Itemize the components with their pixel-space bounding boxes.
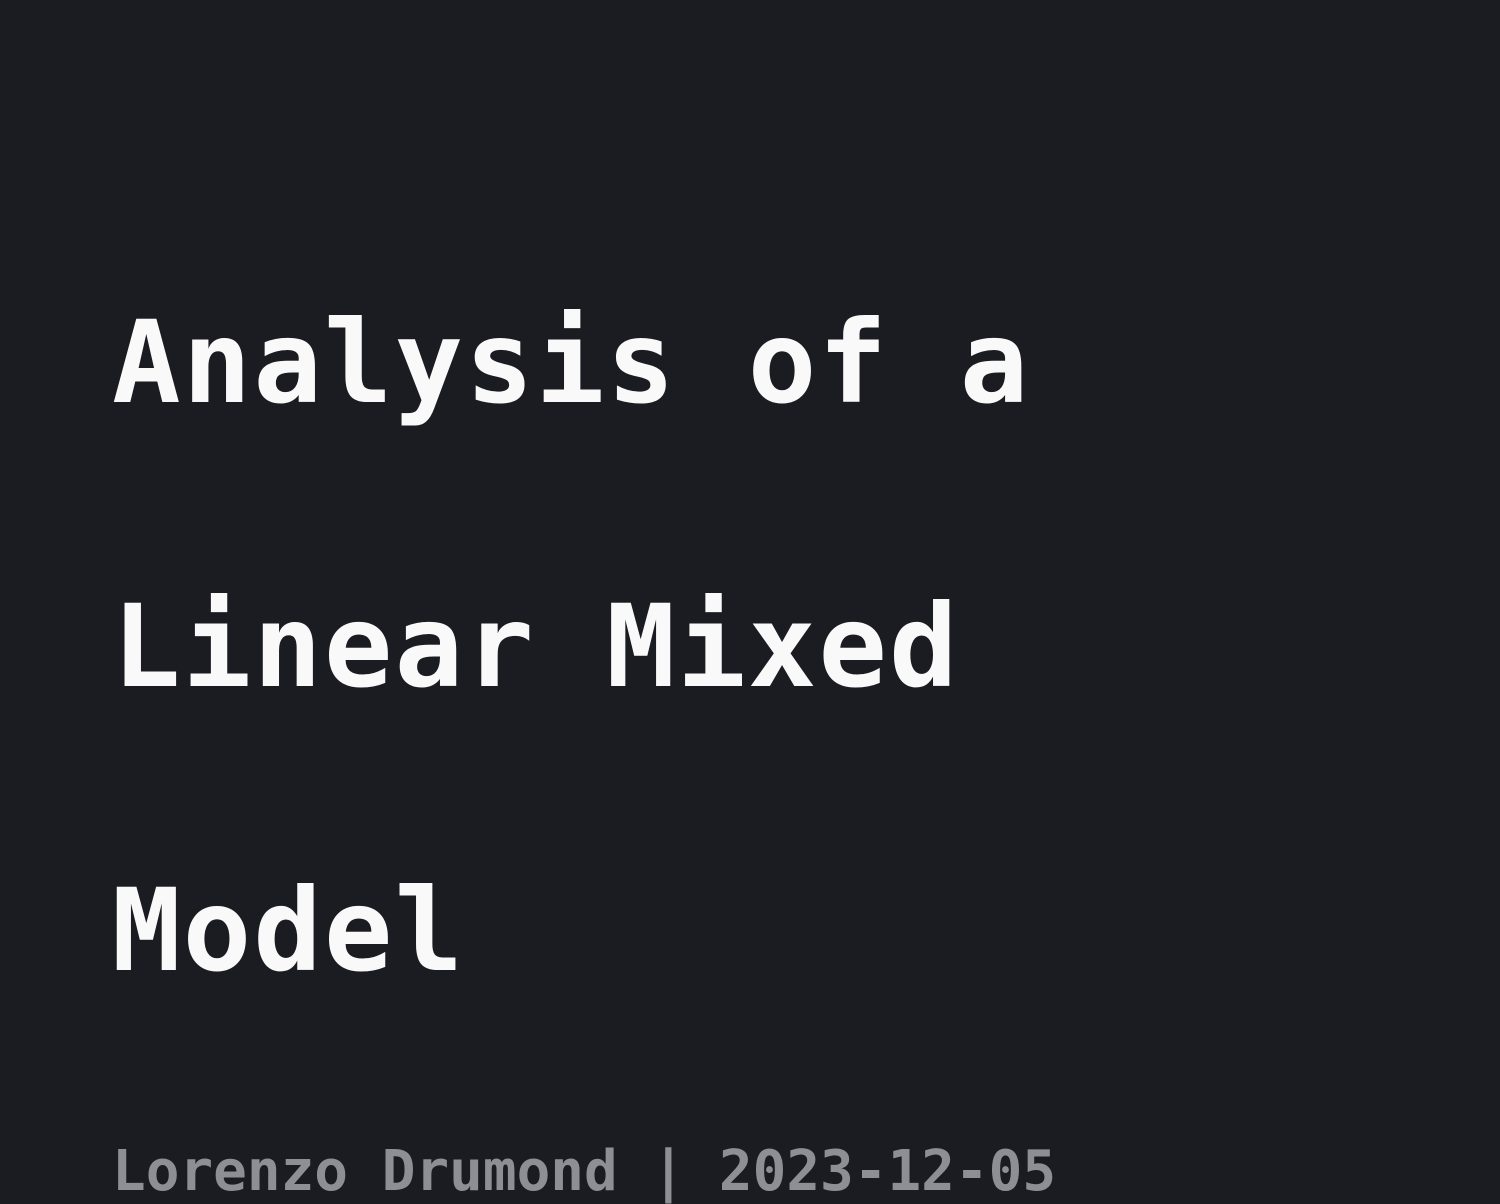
- author-name: Lorenzo Drumond: [112, 1139, 618, 1204]
- byline: Lorenzo Drumond | 2023-12-05: [112, 1142, 1412, 1202]
- title-card: Analysis of a Linear Mixed Model Lorenzo…: [112, 150, 1412, 1202]
- title-line: Analysis of a: [112, 296, 1031, 429]
- byline-separator: |: [651, 1139, 686, 1204]
- publish-date: 2023-12-05: [718, 1139, 1057, 1204]
- page-title: Analysis of a Linear Mixed Model: [112, 150, 1412, 1144]
- title-line: Linear Mixed: [112, 580, 960, 713]
- title-line: Model: [112, 864, 466, 997]
